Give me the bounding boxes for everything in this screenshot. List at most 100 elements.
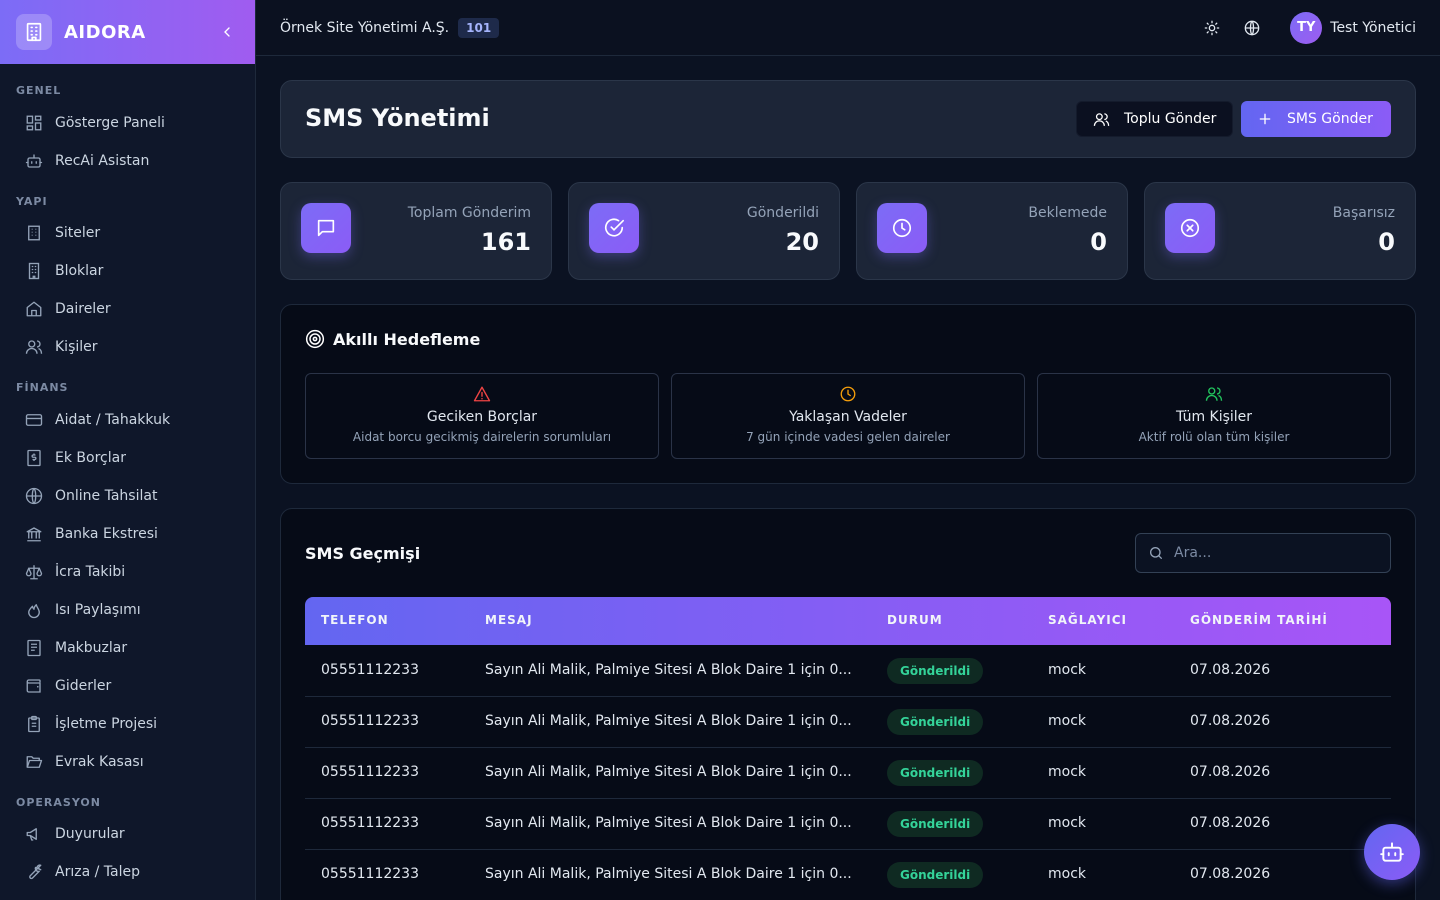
- sidebar-item-isletme-projesi[interactable]: İşletme Projesi: [12, 707, 244, 741]
- clock-icon: [877, 203, 927, 253]
- scale-icon: [24, 562, 44, 582]
- nav-section-operasyon: OPERASYON: [16, 796, 101, 809]
- sidebar-item-evrak-kasasi[interactable]: Evrak Kasası: [12, 745, 244, 779]
- status-badge: Gönderildi: [887, 862, 984, 888]
- message-cell: Sayın Ali Malik, Palmiye Sitesi A Blok D…: [485, 815, 852, 831]
- page-header: SMS Yönetimi Toplu Gönder SMS Gönder: [280, 80, 1416, 158]
- users-icon: [24, 337, 44, 357]
- sidebar-item-daireler[interactable]: Daireler: [12, 292, 244, 326]
- target-option-desc: Aktif rolü olan tüm kişiler: [1138, 430, 1290, 444]
- sidebar-item-label: Isı Paylaşımı: [55, 602, 141, 618]
- users-icon: [1093, 111, 1110, 128]
- bot-icon: [24, 151, 44, 171]
- target-option-desc: Aidat borcu gecikmiş dairelerin sorumlul…: [352, 430, 612, 444]
- page-title: SMS Yönetimi: [305, 104, 490, 132]
- message-cell: Sayın Ali Malik, Palmiye Sitesi A Blok D…: [485, 866, 852, 882]
- table-row[interactable]: 05551112233 Sayın Ali Malik, Palmiye Sit…: [305, 697, 1391, 748]
- sidebar-item-label: İşletme Projesi: [55, 716, 158, 732]
- date-cell: 07.08.2026: [1190, 713, 1271, 729]
- target-option-all[interactable]: Tüm Kişiler Aktif rolü olan tüm kişiler: [1037, 373, 1391, 459]
- users-icon: [1205, 385, 1223, 403]
- sidebar-item-label: İcra Takibi: [55, 564, 126, 580]
- brand-header: AIDORA: [0, 0, 255, 64]
- phone-cell: 05551112233: [321, 764, 419, 780]
- send-sms-button[interactable]: SMS Gönder: [1241, 101, 1391, 137]
- sidebar-item-label: Makbuzlar: [55, 640, 128, 656]
- sidebar-item-banka-ekstresi[interactable]: Banka Ekstresi: [12, 517, 244, 551]
- theme-toggle-button[interactable]: [1196, 12, 1228, 44]
- target-icon: [305, 329, 325, 349]
- sidebar-item-recai[interactable]: RecAi Asistan: [12, 144, 244, 178]
- phone-cell: 05551112233: [321, 713, 419, 729]
- table-row[interactable]: 05551112233 Sayın Ali Malik, Palmiye Sit…: [305, 646, 1391, 697]
- sidebar-item-siteler[interactable]: Siteler: [12, 216, 244, 250]
- sidebar-item-makbuzlar[interactable]: Makbuzlar: [12, 631, 244, 665]
- language-button[interactable]: [1236, 12, 1268, 44]
- section-title: Akıllı Hedefleme: [333, 329, 481, 349]
- provider-cell: mock: [1048, 764, 1087, 780]
- user-menu[interactable]: TY Test Yönetici: [1290, 11, 1416, 44]
- provider-cell: mock: [1048, 662, 1087, 678]
- stat-label: Beklemede: [1028, 205, 1107, 221]
- organization-name: Örnek Site Yönetimi A.Ş.: [280, 19, 450, 36]
- stat-value: 0: [1378, 228, 1395, 256]
- target-option-overdue[interactable]: Geciken Borçlar Aidat borcu gecikmiş dai…: [305, 373, 659, 459]
- send-sms-label: SMS Gönder: [1287, 111, 1373, 127]
- bulk-send-button[interactable]: Toplu Gönder: [1076, 101, 1234, 137]
- search-input[interactable]: [1174, 545, 1374, 561]
- search-icon: [1148, 545, 1164, 561]
- clock-icon: [839, 385, 857, 403]
- sidebar-item-dashboard[interactable]: Gösterge Paneli: [12, 106, 244, 140]
- table-row[interactable]: 05551112233 Sayın Ali Malik, Palmiye Sit…: [305, 799, 1391, 850]
- table-row[interactable]: 05551112233 Sayın Ali Malik, Palmiye Sit…: [305, 748, 1391, 799]
- stat-label: Gönderildi: [746, 205, 819, 221]
- sidebar-item-label: Siteler: [55, 225, 101, 241]
- wallet-icon: [24, 676, 44, 696]
- sidebar-item-aidat[interactable]: Aidat / Tahakkuk: [12, 403, 244, 437]
- sidebar-item-label: Bloklar: [55, 263, 104, 279]
- date-cell: 07.08.2026: [1190, 764, 1271, 780]
- sidebar-item-label: Giderler: [55, 678, 112, 694]
- plus-icon: [1257, 111, 1273, 127]
- table-row[interactable]: 05551112233 Sayın Ali Malik, Palmiye Sit…: [305, 850, 1391, 900]
- section-title: SMS Geçmişi: [305, 544, 421, 563]
- brand-name: AIDORA: [64, 21, 146, 43]
- column-header-phone: TELEFON: [321, 613, 389, 627]
- stat-card-failed: Başarısız 0: [1144, 182, 1416, 280]
- stat-value: 161: [480, 228, 531, 256]
- sidebar-item-duyurular[interactable]: Duyurular: [12, 817, 244, 851]
- sidebar-item-online-tahsilat[interactable]: Online Tahsilat: [12, 479, 244, 513]
- sidebar-item-label: Evrak Kasası: [55, 754, 144, 770]
- sidebar-item-label: Online Tahsilat: [55, 488, 158, 504]
- stat-card-sent: Gönderildi 20: [568, 182, 840, 280]
- sidebar-item-bloklar[interactable]: Bloklar: [12, 254, 244, 288]
- building-logo-icon: [16, 14, 52, 50]
- bot-icon: [1379, 839, 1405, 865]
- sidebar-item-ariza-talep[interactable]: Arıza / Talep: [12, 855, 244, 889]
- sms-history-panel: SMS Geçmişi TELEFON MESAJ DURUM SAĞLAYIC…: [280, 508, 1416, 900]
- date-cell: 07.08.2026: [1190, 815, 1271, 831]
- block-icon: [24, 261, 44, 281]
- column-header-date: GÖNDERİM TARİHİ: [1190, 613, 1328, 627]
- organization-badge: 101: [458, 17, 500, 38]
- topbar: Örnek Site Yönetimi A.Ş. 101 TY Test Yön…: [256, 0, 1440, 56]
- bulk-send-label: Toplu Gönder: [1124, 111, 1217, 127]
- sidebar-item-kisiler[interactable]: Kişiler: [12, 330, 244, 364]
- globe-icon: [1244, 20, 1260, 35]
- collapse-sidebar-button[interactable]: [215, 20, 239, 44]
- search-box: [1135, 533, 1391, 573]
- dashboard-icon: [24, 113, 44, 133]
- globe-icon: [24, 486, 44, 506]
- sidebar-item-icra-takibi[interactable]: İcra Takibi: [12, 555, 244, 589]
- target-option-upcoming[interactable]: Yaklaşan Vadeler 7 gün içinde vadesi gel…: [671, 373, 1025, 459]
- user-name: Test Yönetici: [1330, 19, 1416, 36]
- sidebar-item-giderler[interactable]: Giderler: [12, 669, 244, 703]
- phone-cell: 05551112233: [321, 866, 419, 882]
- assistant-fab-button[interactable]: [1364, 824, 1420, 880]
- target-option-desc: 7 gün içinde vadesi gelen daireler: [746, 430, 950, 444]
- sidebar-item-isi-paylasimi[interactable]: Isı Paylaşımı: [12, 593, 244, 627]
- sidebar-item-label: Ek Borçlar: [55, 450, 126, 466]
- sidebar-item-label: Kişiler: [55, 339, 98, 355]
- sidebar-item-ek-borclar[interactable]: Ek Borçlar: [12, 441, 244, 475]
- avatar: TY: [1290, 11, 1323, 44]
